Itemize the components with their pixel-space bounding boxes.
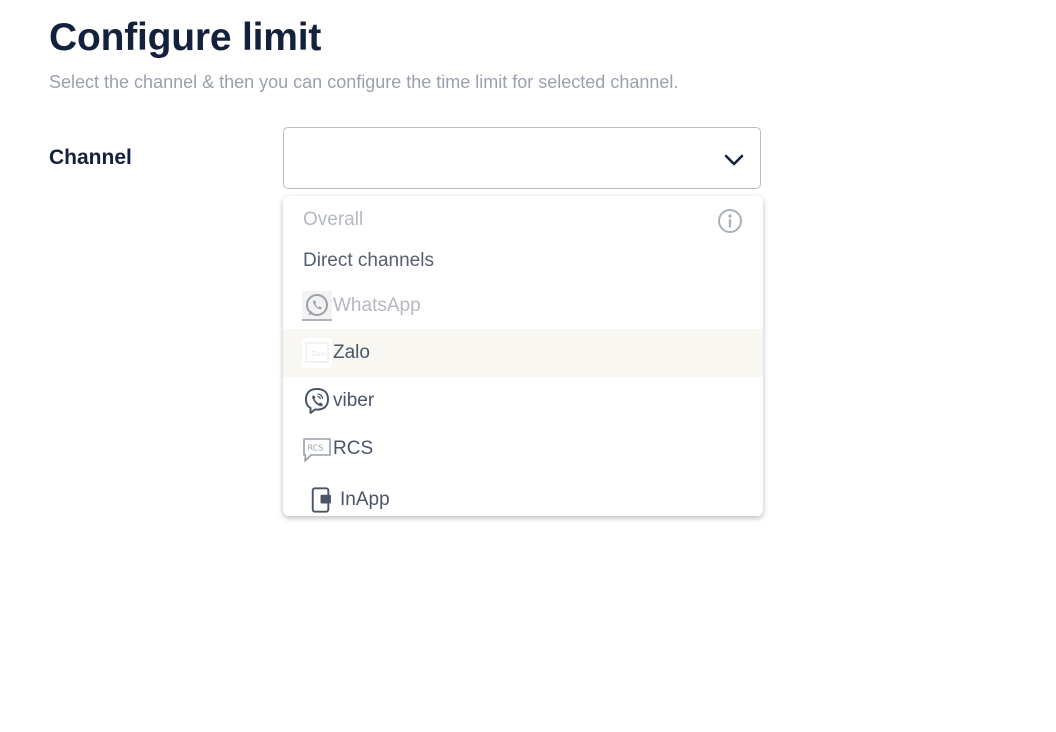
- configure-limit-page: Configure limit Select the channel & the…: [0, 0, 1056, 732]
- option-rcs[interactable]: RCS RCS: [283, 425, 763, 473]
- option-inapp[interactable]: InApp: [283, 476, 763, 516]
- svg-text:Zalo: Zalo: [311, 350, 326, 358]
- zalo-icon: Zalo: [302, 338, 332, 368]
- info-icon[interactable]: [717, 208, 743, 234]
- option-whatsapp-label: WhatsApp: [333, 295, 421, 316]
- page-subtitle: Select the channel & then you can config…: [49, 72, 679, 92]
- chevron-down-icon: [724, 154, 744, 166]
- page-title: Configure limit: [49, 16, 322, 59]
- rcs-icon: RCS: [303, 438, 331, 462]
- whatsapp-icon: [302, 291, 332, 321]
- channel-dropdown-menu: Overall Direct channels WhatsApp Zalo Za…: [283, 196, 763, 516]
- option-viber-label: viber: [333, 390, 375, 411]
- option-overall-label: Overall: [303, 209, 364, 230]
- option-group-direct-channels: Direct channels: [303, 250, 434, 271]
- option-viber[interactable]: viber: [283, 377, 763, 425]
- option-inapp-label: InApp: [340, 489, 390, 510]
- option-whatsapp[interactable]: WhatsApp: [283, 282, 763, 330]
- option-rcs-label: RCS: [333, 438, 374, 459]
- inapp-icon: [311, 487, 331, 513]
- channel-label: Channel: [49, 146, 132, 169]
- option-overall[interactable]: Overall: [283, 204, 763, 238]
- viber-icon: [305, 388, 329, 414]
- svg-text:RCS: RCS: [308, 444, 324, 453]
- option-zalo-label: Zalo: [333, 342, 370, 363]
- channel-select[interactable]: [283, 127, 761, 189]
- option-zalo[interactable]: Zalo Zalo: [283, 329, 763, 377]
